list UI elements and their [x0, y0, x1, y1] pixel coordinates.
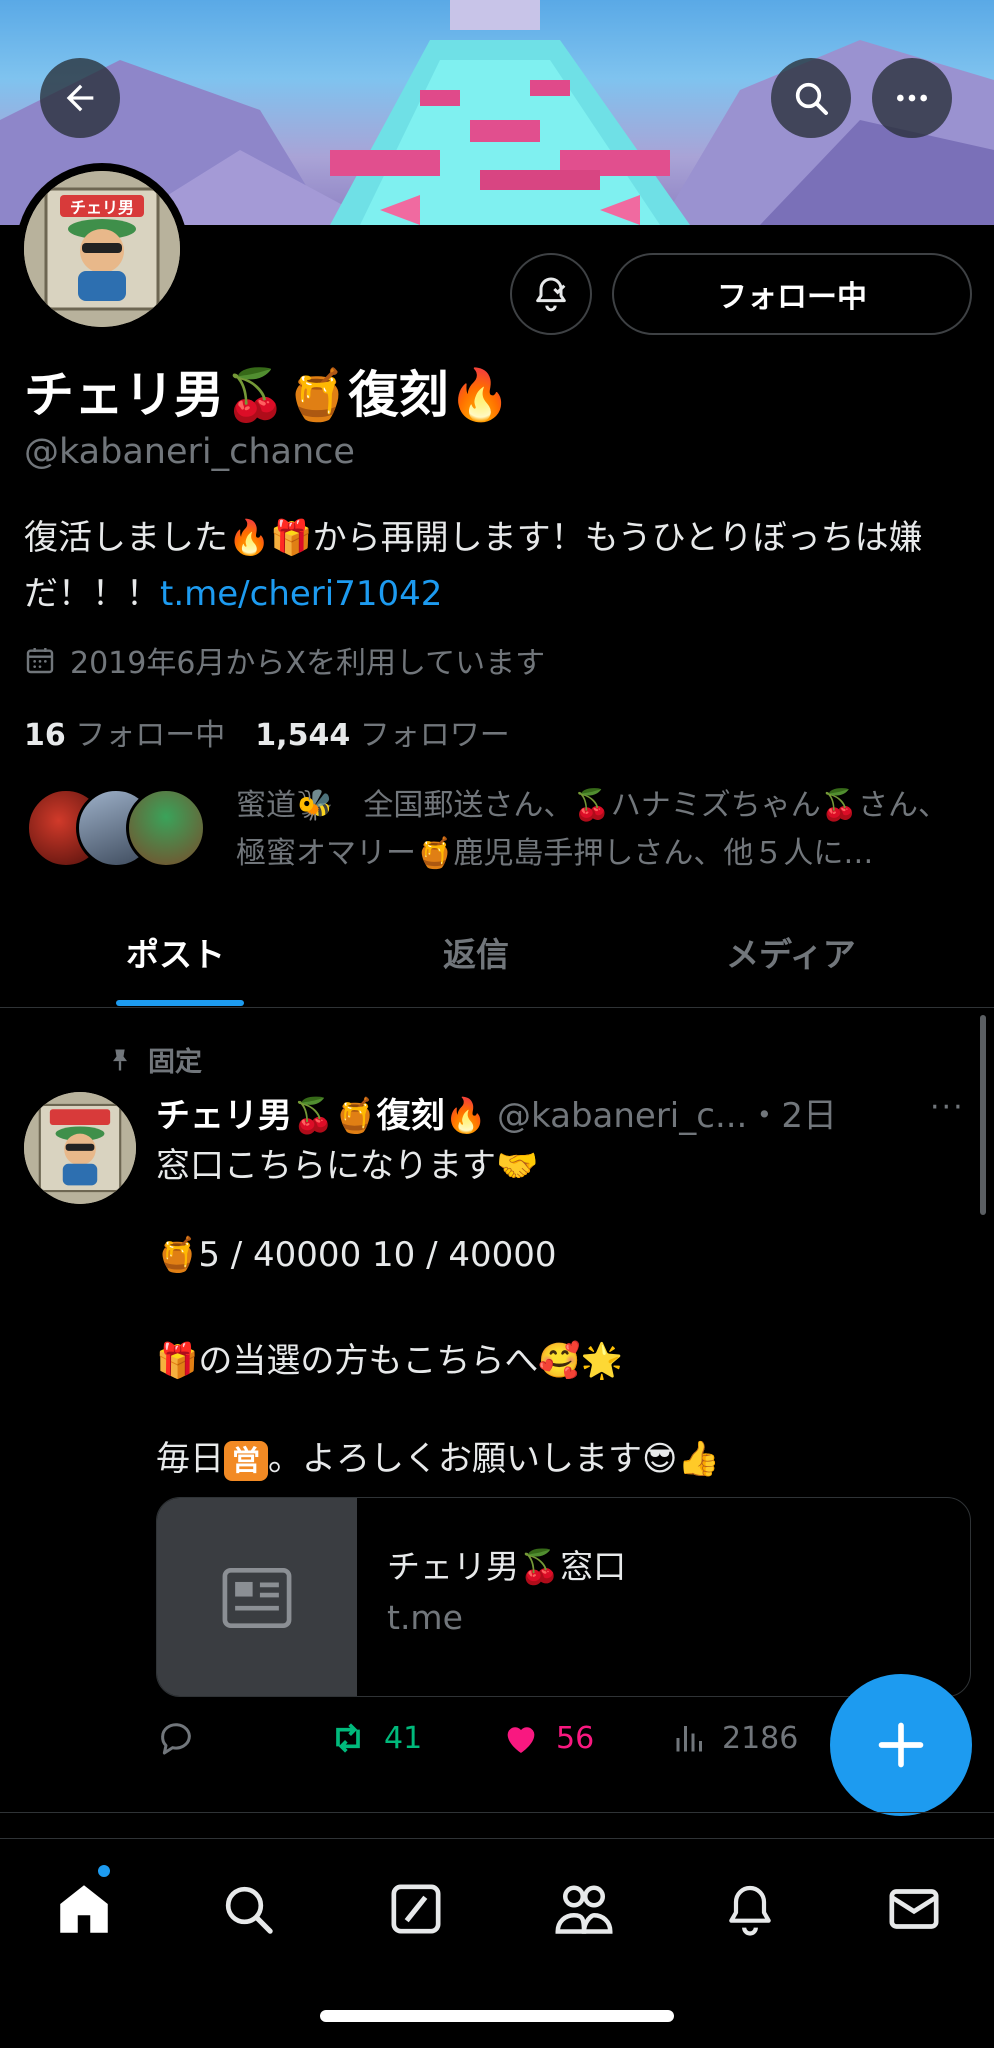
bio-link[interactable]: t.me/cheri71042	[160, 574, 442, 614]
bell-icon	[729, 1885, 771, 1936]
link-card[interactable]: チェリ男🍒窓口 t.me	[156, 1497, 971, 1697]
pinned-indicator: 固定	[106, 1040, 202, 1079]
compose-post-button[interactable]	[830, 1674, 972, 1816]
joined-text: 2019年6月からXを利用しています	[70, 646, 546, 681]
profile-tabs: ポスト 返信 メディア	[0, 900, 994, 1008]
views-button[interactable]: 2186	[672, 1718, 798, 1758]
post-author-avatar[interactable]	[24, 1092, 136, 1204]
tab-posts[interactable]: ポスト	[126, 928, 225, 976]
notification-bell-button[interactable]	[510, 253, 592, 335]
post-text-line: 窓口こちらになります🤝	[156, 1146, 539, 1186]
business-badge: 営	[224, 1440, 268, 1481]
follow-counts: 16 フォロー中 1,544 フォロワー	[24, 710, 510, 754]
plus-icon	[878, 1722, 924, 1768]
back-button[interactable]	[40, 58, 120, 138]
tab-replies[interactable]: 返信	[443, 928, 509, 976]
nav-communities[interactable]	[544, 1869, 624, 1949]
bar-chart-icon	[676, 1726, 702, 1752]
mutual-followers-avatars[interactable]	[26, 788, 206, 868]
active-tab-indicator	[116, 1000, 244, 1006]
retweet-button[interactable]: 41	[326, 1718, 422, 1758]
home-unread-dot	[96, 1863, 112, 1879]
nav-messages[interactable]	[874, 1869, 954, 1949]
home-icon	[60, 1885, 108, 1933]
link-card-title: チェリ男🍒窓口	[387, 1547, 627, 1586]
post-divider	[0, 1812, 994, 1813]
like-button[interactable]: 56	[500, 1718, 594, 1758]
bell-plus-icon	[536, 277, 566, 312]
avatar-image	[24, 1092, 136, 1204]
mail-icon	[889, 1889, 939, 1929]
pinned-label: 固定	[148, 1047, 202, 1078]
reply-icon	[161, 1723, 191, 1755]
nav-grok[interactable]	[376, 1869, 456, 1949]
retweet-count: 41	[384, 1720, 423, 1756]
following-label: フォロー中	[75, 718, 226, 753]
link-card-domain: t.me	[387, 1598, 463, 1637]
search-button[interactable]	[771, 58, 851, 138]
post-text-pre: 毎日	[156, 1439, 224, 1479]
view-count: 2186	[722, 1720, 799, 1756]
post-handle-time: @kabaneri_c...・2日	[497, 1096, 837, 1136]
avatar-label: チェリ男	[70, 198, 134, 217]
people-icon	[555, 1885, 613, 1934]
calendar-icon	[26, 648, 54, 674]
post-header: チェリ男🍒🍯復刻🔥 @kabaneri_c...・2日	[156, 1088, 837, 1137]
search-icon	[225, 1886, 273, 1934]
nav-home[interactable]	[44, 1869, 124, 1949]
search-icon	[795, 82, 828, 115]
like-count: 56	[556, 1720, 595, 1756]
link-card-thumbnail	[157, 1498, 357, 1696]
mutual-followers-text[interactable]: 蜜道🐝 全国郵送さん、🍒ハナミズちゃん🍒さん、極蜜オマリー🍯鹿児島手押しさん、他…	[236, 782, 976, 878]
mutual-avatar	[126, 788, 206, 868]
post-actions: 41 56 2186	[156, 1718, 856, 1768]
scrollbar[interactable]	[980, 1015, 986, 1215]
arrow-left-icon	[66, 84, 94, 112]
pin-icon	[113, 1049, 127, 1070]
followers-count: 1,544	[255, 718, 351, 753]
more-options-button[interactable]	[872, 58, 952, 138]
grok-icon	[391, 1884, 441, 1934]
post-more-button[interactable]: ···	[930, 1090, 965, 1125]
post-text-post: 。よろしくお願いします😎👍	[268, 1439, 720, 1479]
reply-button[interactable]	[156, 1718, 196, 1758]
following-button[interactable]: フォロー中	[612, 253, 972, 335]
followers-label: フォロワー	[359, 718, 510, 753]
post-author-name[interactable]: チェリ男🍒🍯復刻🔥	[156, 1096, 487, 1136]
post-text-line: 毎日営。よろしくお願いします😎👍	[156, 1431, 956, 1481]
heart-filled-icon	[507, 1727, 535, 1753]
nav-search[interactable]	[208, 1869, 288, 1949]
profile-avatar[interactable]: チェリ男	[16, 163, 188, 335]
tab-media[interactable]: メディア	[726, 928, 856, 976]
home-indicator[interactable]	[320, 2010, 674, 2022]
profile-bio: 復活しました🔥🎁から再開します！もうひとりぼっちは嫌だ！！！t.me/cheri…	[24, 510, 974, 622]
display-name: チェリ男🍒🍯復刻🔥	[24, 366, 511, 424]
post-text-line: 🍯5 / 40000 10 / 40000	[156, 1235, 557, 1275]
more-horizontal-icon	[897, 94, 927, 102]
avatar-image: チェリ男	[24, 171, 180, 327]
followers-link[interactable]: 1,544 フォロワー	[255, 710, 509, 754]
nav-notifications[interactable]	[710, 1869, 790, 1949]
following-link[interactable]: 16 フォロー中	[24, 710, 225, 754]
retweet-icon	[336, 1723, 360, 1753]
user-handle: @kabaneri_chance	[24, 432, 355, 472]
bio-text: 復活しました🔥🎁から再開します！もうひとりぼっちは嫌だ！！！	[24, 518, 923, 614]
joined-date: 2019年6月からXを利用しています	[24, 638, 545, 682]
article-icon	[222, 1567, 292, 1629]
following-count: 16	[24, 718, 66, 753]
post-text-line: 🎁の当選の方もこちらへ🥰🌟	[156, 1341, 624, 1381]
